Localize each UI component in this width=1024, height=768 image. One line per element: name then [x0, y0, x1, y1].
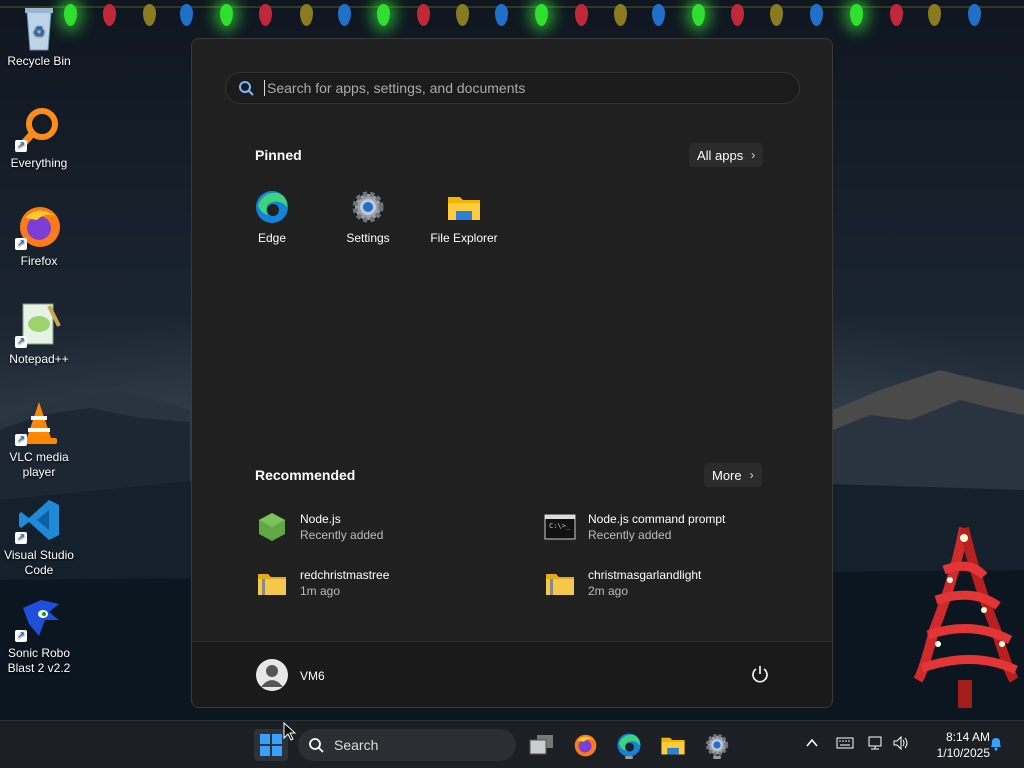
recommended-item-christmasgarlandlight[interactable]: christmasgarlandlight 2m ago	[544, 567, 701, 599]
taskbar-settings[interactable]	[700, 729, 734, 761]
notepad-plus-plus-icon: ↗	[15, 300, 63, 348]
volume-icon[interactable]	[891, 735, 911, 755]
edge-icon	[254, 189, 290, 225]
pinned-app-file-explorer[interactable]: File Explorer	[424, 189, 504, 245]
recommended-item-node-cmd[interactable]: C:\>_ Node.js command prompt Recently add…	[544, 511, 725, 543]
task-view-icon	[529, 735, 553, 755]
all-apps-label: All apps	[697, 147, 744, 163]
mouse-cursor-icon	[283, 722, 297, 741]
taskbar: Search 8:14 AM 1/10/2025	[0, 720, 1024, 768]
recommended-item-redchristmastree[interactable]: redchristmastree 1m ago	[256, 567, 389, 599]
desktop-icon-everything[interactable]: ↗ Everything	[2, 104, 76, 171]
search-icon	[309, 738, 324, 753]
chevron-up-icon[interactable]	[802, 735, 822, 755]
task-view-button[interactable]	[524, 729, 558, 761]
desktop-icon-firefox[interactable]: ↗ Firefox	[2, 202, 76, 269]
recommended-item-sub: Recently added	[588, 528, 672, 542]
system-clock[interactable]: 8:14 AM 1/10/2025	[918, 729, 990, 761]
start-menu: Pinned All apps › Edge Settings File Exp…	[191, 38, 833, 708]
notification-bell-icon[interactable]	[986, 735, 1006, 755]
nodejs-icon	[256, 511, 288, 543]
start-search-box[interactable]	[225, 72, 800, 104]
recycle-bin-icon: ♻	[15, 2, 63, 51]
desktop-icon-label: Firefox	[20, 254, 58, 268]
taskbar-search-label: Search	[334, 737, 379, 753]
vscode-icon: ↗	[15, 496, 63, 544]
power-icon[interactable]	[750, 664, 770, 684]
pinned-app-label: File Explorer	[430, 231, 498, 245]
taskbar-firefox[interactable]	[568, 729, 602, 761]
user-avatar[interactable]	[256, 659, 288, 691]
desktop-icon-recycle-bin[interactable]: ♻ Recycle Bin	[2, 2, 76, 69]
sonic-icon: ↗	[15, 594, 63, 642]
start-search-input[interactable]	[264, 80, 764, 96]
recommended-item-name: christmasgarlandlight	[588, 568, 702, 582]
desktop-icon-label: Recycle Bin	[7, 54, 71, 68]
desktop-icon-vlc[interactable]: ↗ VLC media player	[2, 398, 76, 480]
more-label: More	[712, 467, 742, 483]
recommended-item-sub: Recently added	[300, 528, 384, 542]
search-icon	[239, 81, 254, 96]
pinned-app-label: Edge	[257, 231, 287, 245]
desktop-icon-srb2[interactable]: ↗ Sonic Robo Blast 2 v2.2	[2, 594, 76, 676]
desktop-icon-notepadpp[interactable]: ↗ Notepad++	[2, 300, 76, 367]
folder-icon	[446, 189, 482, 225]
zip-folder-icon	[256, 567, 288, 599]
pinned-title: Pinned	[255, 147, 302, 163]
vlc-cone-icon: ↗	[15, 398, 63, 446]
desktop-icon-label: Notepad++	[9, 352, 69, 366]
clock-time: 8:14 AM	[945, 730, 990, 744]
edge-icon	[617, 733, 641, 757]
christmas-lights	[0, 0, 1024, 40]
keyboard-icon[interactable]	[835, 735, 855, 755]
recommended-title: Recommended	[255, 467, 356, 483]
folder-icon	[661, 737, 685, 755]
recommended-item-name: Node.js	[300, 512, 341, 526]
desktop-icon-label: Sonic Robo Blast 2 v2.2	[7, 646, 71, 675]
desktop-icon-label: Everything	[10, 156, 68, 170]
desktop-icon-vscode[interactable]: ↗ Visual Studio Code	[2, 496, 76, 578]
gear-icon	[705, 733, 729, 757]
pinned-app-settings[interactable]: Settings	[328, 189, 408, 245]
desktop-icon-label: VLC media player	[9, 450, 69, 479]
recommended-item-sub: 2m ago	[588, 584, 629, 598]
taskbar-edge[interactable]	[612, 729, 646, 761]
gear-icon	[350, 189, 386, 225]
more-button[interactable]: More ›	[704, 463, 762, 487]
start-footer: VM6	[192, 641, 832, 707]
clock-date: 1/10/2025	[936, 746, 990, 760]
windows-logo-icon	[260, 734, 282, 756]
zip-folder-icon	[544, 567, 576, 599]
command-prompt-icon: C:\>_	[544, 511, 576, 543]
recommended-item-sub: 1m ago	[300, 584, 341, 598]
pinned-app-edge[interactable]: Edge	[232, 189, 312, 245]
recommended-item-name: Node.js command prompt	[588, 512, 726, 526]
everything-search-icon: ↗	[15, 104, 63, 152]
network-icon[interactable]	[866, 735, 886, 755]
desktop-icon-label: Visual Studio Code	[4, 548, 74, 577]
christmas-tree-decoration	[914, 526, 1019, 708]
recommended-item-name: redchristmastree	[300, 568, 390, 582]
taskbar-file-explorer[interactable]	[656, 729, 690, 761]
pinned-app-label: Settings	[346, 231, 390, 245]
firefox-icon	[574, 734, 597, 757]
firefox-icon: ↗	[15, 202, 63, 250]
svg-text:C:\>_: C:\>_	[549, 522, 571, 530]
all-apps-button[interactable]: All apps ›	[689, 143, 764, 167]
user-name[interactable]: VM6	[300, 669, 325, 683]
taskbar-search[interactable]: Search	[298, 729, 516, 761]
recommended-item-nodejs[interactable]: Node.js Recently added	[256, 511, 383, 543]
svg-text:♻: ♻	[33, 24, 46, 40]
chevron-right-icon: ›	[751, 148, 756, 162]
chevron-right-icon: ›	[749, 468, 754, 482]
